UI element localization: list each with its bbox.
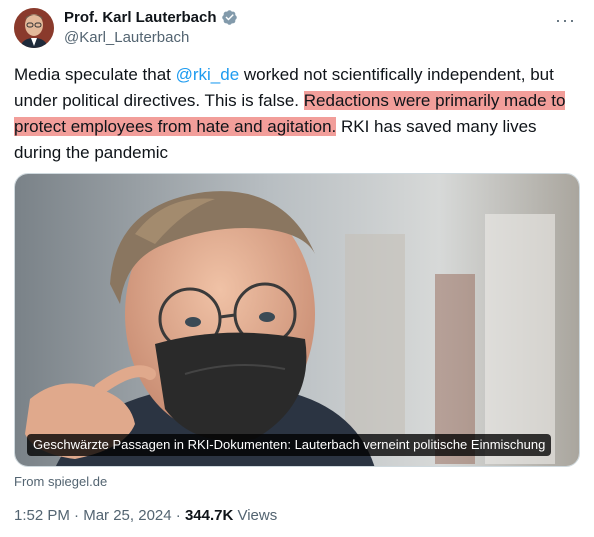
tweet-text: Media speculate that @rki_de worked not … [14,62,580,166]
link-card[interactable]: Geschwärzte Passagen in RKI-Dokumenten: … [14,173,580,467]
display-name[interactable]: Prof. Karl Lauterbach [64,9,217,26]
more-options-icon[interactable]: ··· [555,10,576,31]
tweet-metadata: 1:52 PM · Mar 25, 2024 · 344.7K Views [14,507,277,524]
card-photo [15,174,579,466]
tweet-date[interactable]: Mar 25, 2024 [83,507,171,524]
mention-link[interactable]: @rki_de [176,65,240,84]
avatar[interactable] [14,8,54,48]
meta-separator: · [171,507,185,524]
tweet-time[interactable]: 1:52 PM [14,507,70,524]
card-caption: Geschwärzte Passagen in RKI-Dokumenten: … [27,434,552,456]
card-source[interactable]: From spiegel.de [14,474,107,489]
avatar-image [14,8,54,48]
views-label: Views [233,507,278,524]
user-handle[interactable]: @Karl_Lauterbach [64,29,189,46]
tweet-header: Prof. Karl Lauterbach @Karl_Lauterbach ·… [0,0,594,56]
meta-separator: · [69,507,84,524]
tweet-text-part1: Media speculate that [14,65,176,84]
name-row: Prof. Karl Lauterbach [64,9,238,26]
views-count: 344.7K [184,507,234,524]
verified-badge-icon [221,9,238,26]
